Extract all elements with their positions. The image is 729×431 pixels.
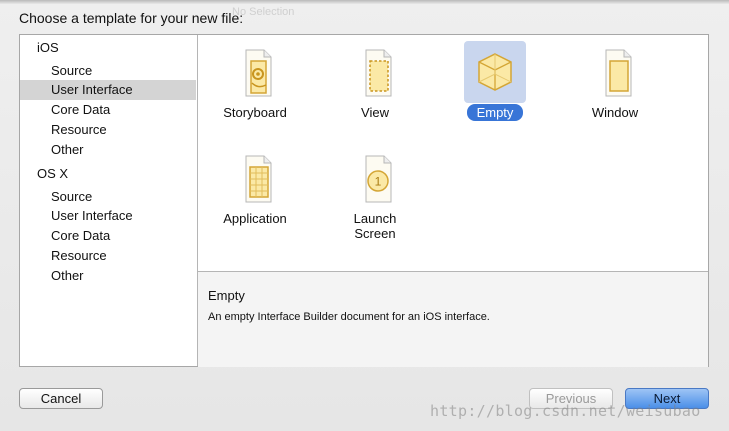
template-window[interactable]: Window xyxy=(573,37,663,137)
launch-screen-badge: 1 xyxy=(375,175,382,189)
template-storyboard-label: Storyboard xyxy=(223,105,287,120)
sidebar-item-ios-other[interactable]: Other xyxy=(20,140,196,160)
sidebar-item-osx-core-data[interactable]: Core Data xyxy=(20,226,196,246)
sidebar-item-ios-user-interface[interactable]: User Interface xyxy=(20,80,196,100)
application-icon xyxy=(224,147,286,209)
template-grid: Storyboard View Empty Window Application… xyxy=(198,35,708,271)
launch-screen-icon: 1 xyxy=(344,147,406,209)
category-sidebar: iOS Source User Interface Core Data Reso… xyxy=(20,35,198,366)
sidebar-item-osx-resource[interactable]: Resource xyxy=(20,246,196,266)
sidebar-group-ios: iOS xyxy=(37,40,59,55)
template-view[interactable]: View xyxy=(333,37,423,137)
sidebar-item-ios-resource[interactable]: Resource xyxy=(20,120,196,140)
sidebar-item-ios-source[interactable]: Source xyxy=(20,61,196,81)
template-panel: iOS Source User Interface Core Data Reso… xyxy=(19,34,709,367)
sidebar-item-ios-core-data[interactable]: Core Data xyxy=(20,100,196,120)
template-launch-screen-label: Launch Screen xyxy=(353,211,397,241)
storyboard-icon xyxy=(224,41,286,103)
template-empty[interactable]: Empty xyxy=(453,37,543,137)
description-text: An empty Interface Builder document for … xyxy=(208,311,490,323)
template-view-label: View xyxy=(361,105,389,120)
titlebar-shadow xyxy=(0,0,729,4)
template-launch-screen[interactable]: 1 Launch Screen xyxy=(333,143,423,243)
sidebar-item-osx-user-interface[interactable]: User Interface xyxy=(20,206,196,226)
template-application-label: Application xyxy=(223,211,287,226)
template-application[interactable]: Application xyxy=(213,143,303,243)
template-window-label: Window xyxy=(591,105,639,120)
template-description-pane: Empty An empty Interface Builder documen… xyxy=(198,271,708,367)
description-title: Empty xyxy=(208,288,245,303)
window-icon xyxy=(584,41,646,103)
sidebar-item-osx-source[interactable]: Source xyxy=(20,187,196,207)
empty-cube-icon xyxy=(464,41,526,103)
sidebar-item-osx-other[interactable]: Other xyxy=(20,266,196,286)
template-storyboard[interactable]: Storyboard xyxy=(213,37,303,137)
view-icon xyxy=(344,41,406,103)
sidebar-group-osx: OS X xyxy=(37,166,69,181)
dialog-title: Choose a template for your new file: xyxy=(19,10,244,26)
template-empty-label: Empty xyxy=(466,104,524,121)
cancel-button[interactable]: Cancel xyxy=(19,388,103,409)
template-sheet: No Selection Choose a template for your … xyxy=(0,0,729,431)
watermark-text: http://blog.csdn.net/weisubao xyxy=(430,402,701,420)
